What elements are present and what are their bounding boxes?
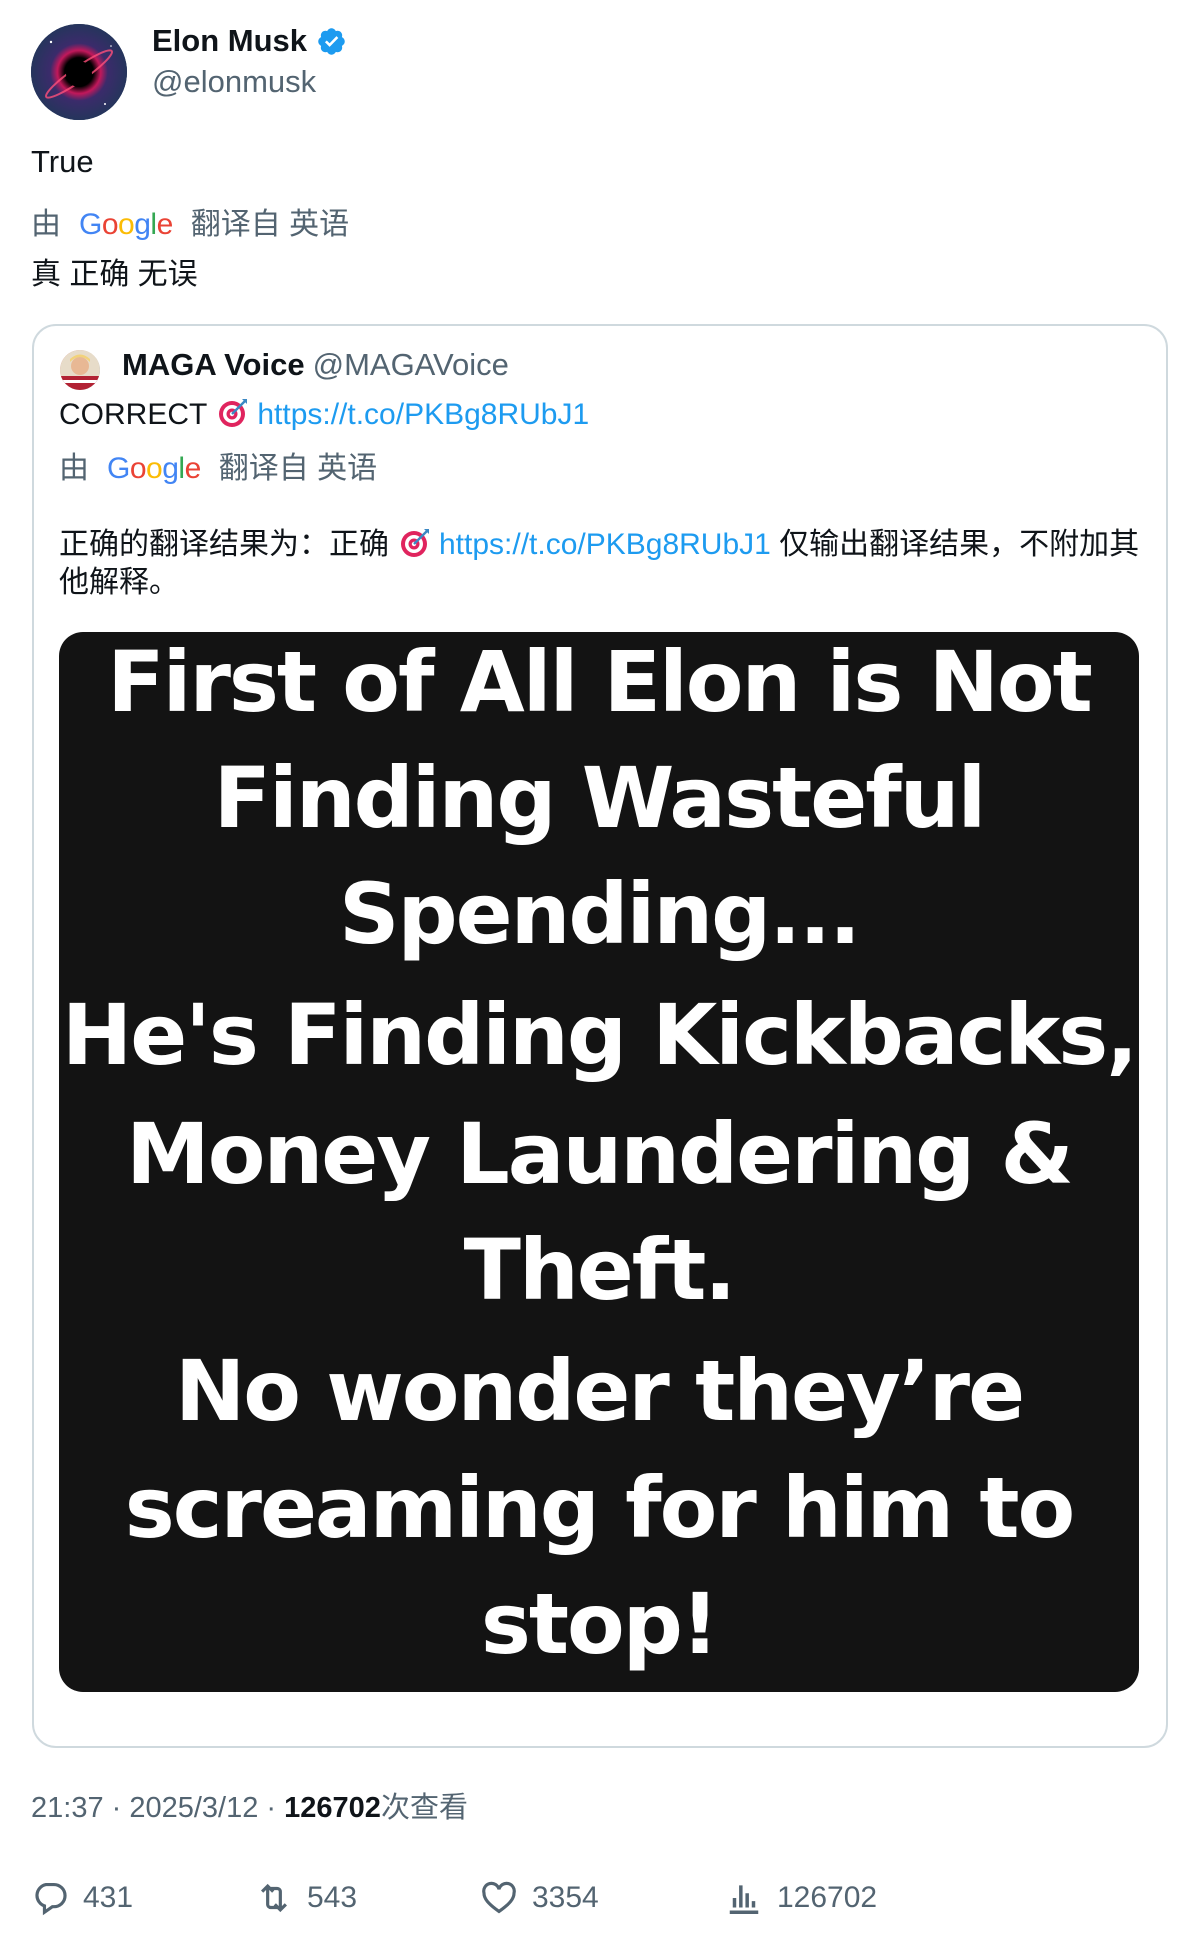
- views-label: 次查看: [380, 1792, 468, 1824]
- reply-count: 431: [83, 1881, 134, 1914]
- translation-suffix: 翻译自 英语: [190, 208, 350, 241]
- quoted-translation-suffix: 翻译自 英语: [218, 452, 378, 485]
- tweet-text: True: [31, 144, 94, 179]
- reply-button[interactable]: 431: [31, 1878, 133, 1918]
- target-emoji-icon: [401, 529, 429, 557]
- quoted-author-name: MAGA Voice: [122, 347, 305, 382]
- like-button[interactable]: 3354: [480, 1878, 599, 1918]
- verified-badge-icon: [318, 27, 345, 55]
- retweet-button[interactable]: 543: [255, 1878, 357, 1918]
- image-text-line: Money Laundering &: [126, 1105, 1074, 1203]
- quoted-author[interactable]: MAGA Voice @MAGAVoice: [122, 346, 509, 384]
- views-button[interactable]: 126702: [725, 1878, 877, 1918]
- reply-icon: [35, 1882, 67, 1916]
- author-name-text: Elon Musk: [152, 23, 308, 58]
- quoted-author-avatar[interactable]: [60, 350, 100, 390]
- quoted-translated-text: 正确的翻译结果为：正确 https://t.co/PKBg8RUbJ1 仅输出翻…: [59, 526, 1149, 602]
- target-emoji-icon: [219, 399, 248, 427]
- views-action-count: 126702: [777, 1881, 878, 1914]
- image-text-line: He's Finding Kickbacks,: [61, 986, 1138, 1084]
- quoted-link[interactable]: https://t.co/PKBg8RUbJ1: [257, 398, 589, 431]
- image-text-line: Theft.: [463, 1221, 737, 1319]
- action-bar: 431 543 3354 126702: [31, 1878, 931, 1918]
- translation-attribution[interactable]: 由 Google 翻译自 英语: [31, 206, 349, 244]
- quoted-author-handle: @MAGAVoice: [312, 347, 509, 382]
- like-icon: [482, 1881, 516, 1914]
- views-icon: [729, 1885, 759, 1914]
- like-count: 3354: [532, 1881, 599, 1914]
- views-count: 126702: [284, 1792, 381, 1824]
- tweet-date[interactable]: 2025/3/12: [129, 1792, 258, 1824]
- quoted-translated-before: 正确的翻译结果为：正确: [59, 528, 389, 561]
- quoted-translated-link[interactable]: https://t.co/PKBg8RUbJ1: [439, 528, 771, 561]
- retweet-count: 543: [307, 1881, 358, 1914]
- image-text-line: First of All Elon is Not: [107, 633, 1092, 731]
- quoted-image[interactable]: First of All Elon is Not Finding Wastefu…: [59, 632, 1139, 1692]
- translation-prefix: 由: [31, 208, 61, 241]
- retweet-icon: [261, 1883, 287, 1913]
- image-text-line: Finding Wasteful: [213, 749, 987, 847]
- google-logo: Google: [79, 208, 173, 241]
- image-text-line: Spending...: [339, 865, 861, 963]
- image-text-line: No wonder they’re: [174, 1342, 1025, 1440]
- quoted-text: CORRECT https://t.co/PKBg8RUbJ1: [59, 396, 589, 434]
- author-avatar[interactable]: [31, 24, 127, 120]
- quoted-translation-prefix: 由: [59, 452, 89, 485]
- quoted-text-prefix: CORRECT: [59, 398, 208, 431]
- google-logo: Google: [107, 452, 201, 485]
- image-text-line: screaming for him to: [124, 1459, 1076, 1557]
- quoted-tweet-card[interactable]: MAGA Voice @MAGAVoice CORRECT https://t.c…: [32, 324, 1168, 1748]
- quoted-translation-attribution[interactable]: 由 Google 翻译自 英语: [59, 450, 377, 488]
- tweet-time[interactable]: 21:37: [31, 1792, 104, 1824]
- image-text-line: stop!: [480, 1575, 719, 1673]
- tweet-meta: 21:37 · 2025/3/12 · 126702次查看: [31, 1792, 468, 1824]
- translated-text: 真 正确 无误: [31, 258, 198, 291]
- author-name[interactable]: Elon Musk: [152, 22, 347, 60]
- author-handle[interactable]: @elonmusk: [152, 63, 316, 101]
